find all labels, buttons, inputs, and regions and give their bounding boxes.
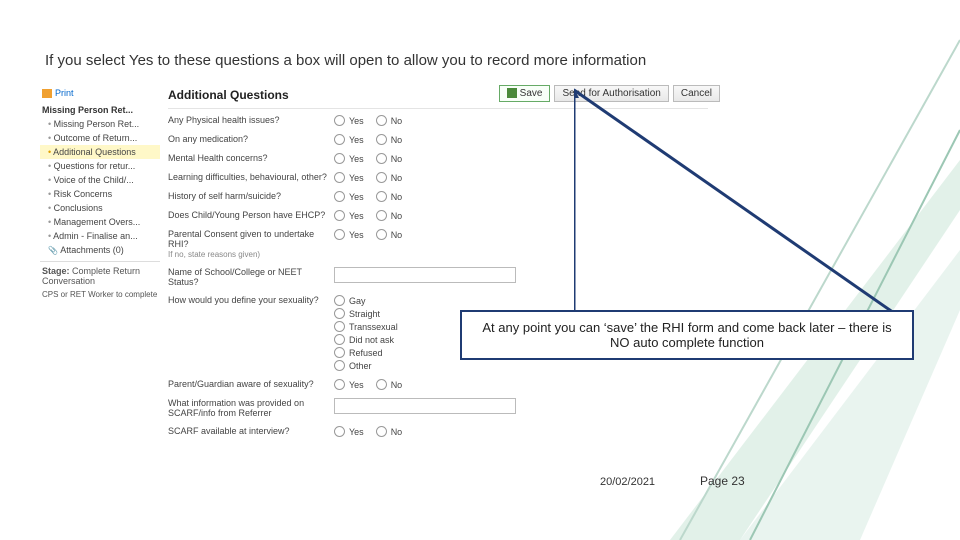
radio-no[interactable]: No	[376, 115, 403, 126]
question-scarf-interview: SCARF available at interview? Yes No	[168, 426, 708, 437]
radio-icon	[334, 321, 345, 332]
radio-icon	[334, 379, 345, 390]
save-button[interactable]: Save	[499, 85, 551, 102]
footer-date: 20/02/2021	[600, 476, 655, 488]
question-parent-aware: Parent/Guardian aware of sexuality? Yes …	[168, 379, 708, 390]
sidebar-item-conclusions[interactable]: Conclusions	[40, 201, 160, 215]
form-area: Additional Questions Any Physical health…	[168, 85, 708, 445]
radio-icon	[334, 153, 345, 164]
radio-icon	[334, 334, 345, 345]
question-mental-health: Mental Health concerns? Yes No	[168, 153, 708, 164]
sidebar-heading: Missing Person Ret...	[40, 101, 160, 117]
question-ehcp: Does Child/Young Person have EHCP? Yes N…	[168, 210, 708, 221]
save-icon	[507, 88, 517, 98]
radio-icon	[334, 229, 345, 240]
radio-no[interactable]: No	[376, 426, 403, 437]
radio-yes[interactable]: Yes	[334, 379, 364, 390]
scarf-info-input[interactable]	[334, 398, 516, 414]
radio-no[interactable]: No	[376, 153, 403, 164]
school-input[interactable]	[334, 267, 516, 283]
radio-icon	[376, 426, 387, 437]
radio-icon	[334, 172, 345, 183]
radio-icon	[334, 347, 345, 358]
radio-icon	[334, 115, 345, 126]
radio-no[interactable]: No	[376, 134, 403, 145]
print-icon	[42, 89, 52, 98]
radio-icon	[334, 295, 345, 306]
print-link[interactable]: Print	[40, 85, 160, 101]
stage-info: Stage: Complete Return Conversation CPS …	[40, 261, 160, 303]
slide: If you select Yes to these questions a b…	[0, 0, 960, 540]
cancel-button[interactable]: Cancel	[673, 85, 720, 102]
radio-icon	[376, 153, 387, 164]
sidebar-item-questions-return[interactable]: Questions for retur...	[40, 159, 160, 173]
radio-icon	[334, 426, 345, 437]
radio-yes[interactable]: Yes	[334, 426, 364, 437]
sidebar-item-missing-person[interactable]: Missing Person Ret...	[40, 117, 160, 131]
question-school: Name of School/College or NEET Status?	[168, 267, 708, 287]
radio-yes[interactable]: Yes	[334, 134, 364, 145]
sidebar-item-additional-questions[interactable]: Additional Questions	[40, 145, 160, 159]
radio-icon	[376, 115, 387, 126]
sidebar-item-voice-child[interactable]: Voice of the Child/...	[40, 173, 160, 187]
radio-icon	[376, 191, 387, 202]
radio-yes[interactable]: Yes	[334, 153, 364, 164]
footer-page: Page 23	[700, 474, 745, 488]
radio-icon	[376, 134, 387, 145]
question-physical-health: Any Physical health issues? Yes No	[168, 115, 708, 126]
radio-icon	[376, 210, 387, 221]
question-parental-consent: Parental Consent given to undertake RHI?…	[168, 229, 708, 259]
radio-icon	[376, 172, 387, 183]
question-learning: Learning difficulties, behavioural, othe…	[168, 172, 708, 183]
sidebar-item-attachments[interactable]: Attachments (0)	[40, 243, 160, 257]
radio-yes[interactable]: Yes	[334, 115, 364, 126]
radio-icon	[376, 229, 387, 240]
sidebar: Print Missing Person Ret... Missing Pers…	[40, 85, 160, 303]
radio-yes[interactable]: Yes	[334, 229, 364, 240]
radio-icon	[376, 379, 387, 390]
slide-title: If you select Yes to these questions a b…	[45, 52, 646, 69]
radio-icon	[334, 191, 345, 202]
app-screenshot: Save Send for Authorisation Cancel Print…	[40, 85, 720, 465]
radio-other[interactable]: Other	[334, 360, 398, 371]
radio-no[interactable]: No	[376, 229, 403, 240]
radio-straight[interactable]: Straight	[334, 308, 398, 319]
radio-gay[interactable]: Gay	[334, 295, 398, 306]
radio-did-not-ask[interactable]: Did not ask	[334, 334, 398, 345]
radio-icon	[334, 308, 345, 319]
send-authorisation-button[interactable]: Send for Authorisation	[554, 85, 668, 102]
sidebar-item-management[interactable]: Management Overs...	[40, 215, 160, 229]
radio-no[interactable]: No	[376, 191, 403, 202]
radio-refused[interactable]: Refused	[334, 347, 398, 358]
radio-no[interactable]: No	[376, 379, 403, 390]
sidebar-item-admin[interactable]: Admin - Finalise an...	[40, 229, 160, 243]
toolbar: Save Send for Authorisation Cancel	[499, 85, 720, 102]
radio-yes[interactable]: Yes	[334, 172, 364, 183]
radio-no[interactable]: No	[376, 172, 403, 183]
question-selfharm: History of self harm/suicide? Yes No	[168, 191, 708, 202]
radio-yes[interactable]: Yes	[334, 191, 364, 202]
radio-icon	[334, 360, 345, 371]
radio-icon	[334, 210, 345, 221]
radio-yes[interactable]: Yes	[334, 210, 364, 221]
question-scarf-info: What information was provided on SCARF/i…	[168, 398, 708, 418]
question-medication: On any medication? Yes No	[168, 134, 708, 145]
sidebar-item-outcome[interactable]: Outcome of Return...	[40, 131, 160, 145]
radio-no[interactable]: No	[376, 210, 403, 221]
radio-transsexual[interactable]: Transsexual	[334, 321, 398, 332]
radio-icon	[334, 134, 345, 145]
callout-note: At any point you can ‘save’ the RHI form…	[460, 310, 914, 360]
sidebar-item-risk[interactable]: Risk Concerns	[40, 187, 160, 201]
